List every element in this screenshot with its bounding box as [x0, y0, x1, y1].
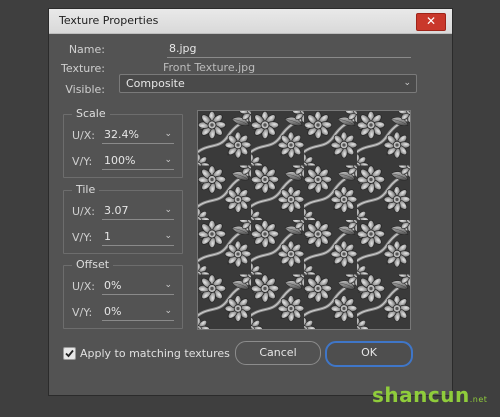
offset-vy-field[interactable]: 0% ⌄: [102, 304, 174, 321]
visible-value: Composite: [126, 77, 185, 90]
visible-label: Visible:: [65, 83, 105, 96]
scale-vy-field[interactable]: 100% ⌄: [102, 153, 174, 170]
apply-matching-label[interactable]: Apply to matching textures: [80, 347, 230, 360]
cancel-button[interactable]: Cancel: [235, 341, 321, 365]
tile-vy-value: 1: [104, 230, 111, 243]
scale-ux-value: 32.4%: [104, 128, 139, 141]
offset-ux-field[interactable]: 0% ⌄: [102, 278, 174, 295]
name-field[interactable]: 8.jpg: [167, 41, 411, 58]
apply-matching-checkbox[interactable]: [63, 347, 76, 360]
close-button[interactable]: ✕: [416, 13, 446, 31]
title-bar[interactable]: Texture Properties ✕: [49, 9, 452, 34]
chevron-down-icon[interactable]: ⌄: [164, 129, 172, 139]
scale-ux-label: U/X:: [72, 129, 95, 142]
tile-ux-value: 3.07: [104, 204, 129, 217]
offset-vy-value: 0%: [104, 305, 122, 318]
offset-group: Offset U/X: 0% ⌄ V/Y: 0% ⌄: [63, 258, 183, 329]
scale-ux-field[interactable]: 32.4% ⌄: [102, 127, 174, 144]
visible-select[interactable]: Composite ⌄: [119, 74, 417, 93]
offset-ux-value: 0%: [104, 279, 122, 292]
texture-preview-image: [198, 111, 410, 329]
chevron-down-icon: ⌄: [403, 78, 411, 88]
dialog-title: Texture Properties: [59, 14, 159, 27]
offset-ux-label: U/X:: [72, 280, 95, 293]
close-icon: ✕: [425, 14, 437, 28]
name-label: Name:: [68, 43, 105, 56]
tile-group: Tile U/X: 3.07 ⌄ V/Y: 1 ⌄: [63, 183, 183, 254]
checkmark-icon: [65, 349, 74, 358]
offset-group-title: Offset: [72, 258, 114, 271]
scale-vy-label: V/Y:: [72, 155, 93, 168]
texture-properties-dialog: Texture Properties ✕ Name: 8.jpg Texture…: [48, 8, 453, 396]
watermark-text: shancun: [372, 383, 470, 407]
scale-group: Scale U/X: 32.4% ⌄ V/Y: 100% ⌄: [63, 107, 183, 178]
chevron-down-icon[interactable]: ⌄: [164, 280, 172, 290]
watermark-suffix: .net: [469, 395, 488, 404]
chevron-down-icon[interactable]: ⌄: [164, 205, 172, 215]
texture-value: Front Texture.jpg: [163, 61, 256, 74]
watermark-logo: shancun.net: [372, 383, 487, 407]
ok-button[interactable]: OK: [325, 341, 413, 367]
chevron-down-icon[interactable]: ⌄: [164, 306, 172, 316]
tile-group-title: Tile: [72, 183, 100, 196]
offset-vy-label: V/Y:: [72, 306, 93, 319]
texture-preview: [197, 110, 411, 330]
scale-group-title: Scale: [72, 107, 110, 120]
texture-label: Texture:: [61, 62, 105, 75]
tile-ux-label: U/X:: [72, 205, 95, 218]
tile-ux-field[interactable]: 3.07 ⌄: [102, 203, 174, 220]
tile-vy-label: V/Y:: [72, 231, 93, 244]
scale-vy-value: 100%: [104, 154, 136, 167]
chevron-down-icon[interactable]: ⌄: [164, 231, 172, 241]
chevron-down-icon[interactable]: ⌄: [164, 155, 172, 165]
tile-vy-field[interactable]: 1 ⌄: [102, 229, 174, 246]
name-value: 8.jpg: [169, 42, 197, 55]
